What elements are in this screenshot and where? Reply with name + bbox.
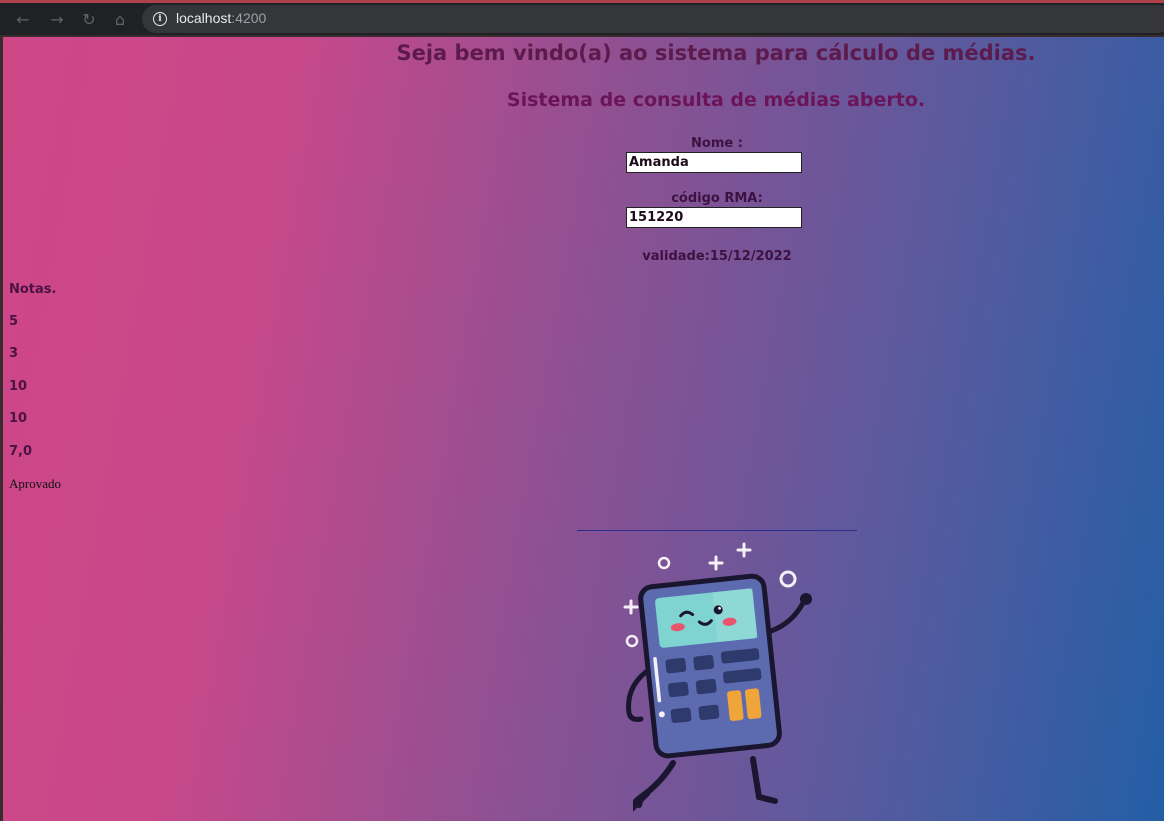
grades-heading: Notas. [9, 282, 57, 297]
grade-item: 3 [9, 346, 19, 361]
name-label: Nome : [691, 136, 743, 151]
forward-arrow-icon[interactable]: → [46, 9, 68, 31]
url-port: :4200 [231, 10, 267, 26]
reload-icon[interactable]: ↻ [78, 9, 100, 31]
page-divider [3, 35, 1164, 37]
grade-average: 7,0 [9, 444, 33, 459]
validity-text: validade:15/12/2022 [642, 249, 792, 264]
page-title: Seja bem vindo(a) ao sistema para cálcul… [396, 41, 1036, 65]
horizontal-rule [577, 530, 857, 531]
code-input[interactable] [626, 207, 802, 228]
address-bar[interactable]: i localhost:4200 [142, 5, 1164, 33]
browser-toolbar: ← → ↻ ⌂ i localhost:4200 [0, 0, 1164, 35]
page-subtitle: Sistema de consulta de médias aberto. [506, 89, 926, 111]
grade-item: 5 [9, 314, 19, 329]
back-arrow-icon[interactable]: ← [12, 9, 34, 31]
home-icon[interactable]: ⌂ [109, 9, 131, 31]
result-status: Aprovado [9, 476, 61, 491]
grade-item: 10 [9, 379, 28, 394]
grade-item: 10 [9, 411, 28, 426]
url-host: localhost [176, 10, 232, 26]
name-input[interactable] [626, 152, 802, 173]
page-body: Seja bem vindo(a) ao sistema para cálcul… [0, 35, 1164, 821]
info-icon[interactable]: i [153, 12, 167, 26]
calculator-mascot-illustration [623, 542, 812, 812]
code-label: código RMA: [671, 191, 763, 206]
address-url[interactable]: localhost:4200 [176, 10, 266, 26]
